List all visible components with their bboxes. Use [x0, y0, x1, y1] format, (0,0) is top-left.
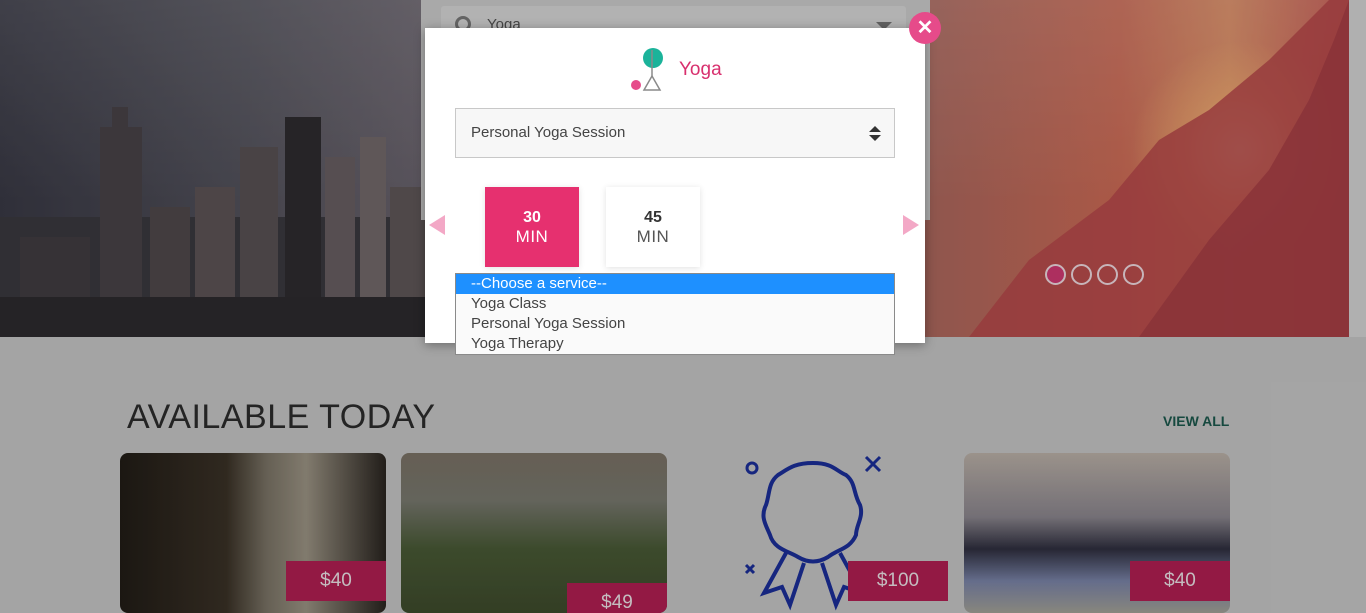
modal-title: Yoga: [679, 59, 722, 80]
chevron-up-icon: [869, 126, 881, 132]
duration-number: 30: [523, 209, 541, 226]
next-arrow-icon[interactable]: [903, 215, 919, 235]
duration-unit: MIN: [636, 227, 670, 246]
prev-arrow-icon[interactable]: [429, 215, 445, 235]
dropdown-option[interactable]: Yoga Therapy: [456, 334, 894, 354]
service-select-value: Personal Yoga Session: [471, 124, 626, 141]
dropdown-option[interactable]: Personal Yoga Session: [456, 314, 894, 334]
yoga-logo-icon: [631, 48, 663, 91]
service-dropdown-list: --Choose a service-- Yoga Class Personal…: [455, 273, 895, 355]
service-select[interactable]: Personal Yoga Session: [455, 108, 895, 158]
dropdown-option[interactable]: Yoga Class: [456, 294, 894, 314]
chevron-down-icon: [869, 135, 881, 141]
duration-option-45[interactable]: 45 MIN: [606, 187, 700, 267]
dropdown-option[interactable]: --Choose a service--: [456, 274, 894, 294]
duration-unit: MIN: [515, 227, 549, 246]
close-button[interactable]: ✕: [909, 12, 941, 44]
duration-number: 45: [644, 209, 662, 226]
duration-option-30[interactable]: 30 MIN: [485, 187, 579, 267]
